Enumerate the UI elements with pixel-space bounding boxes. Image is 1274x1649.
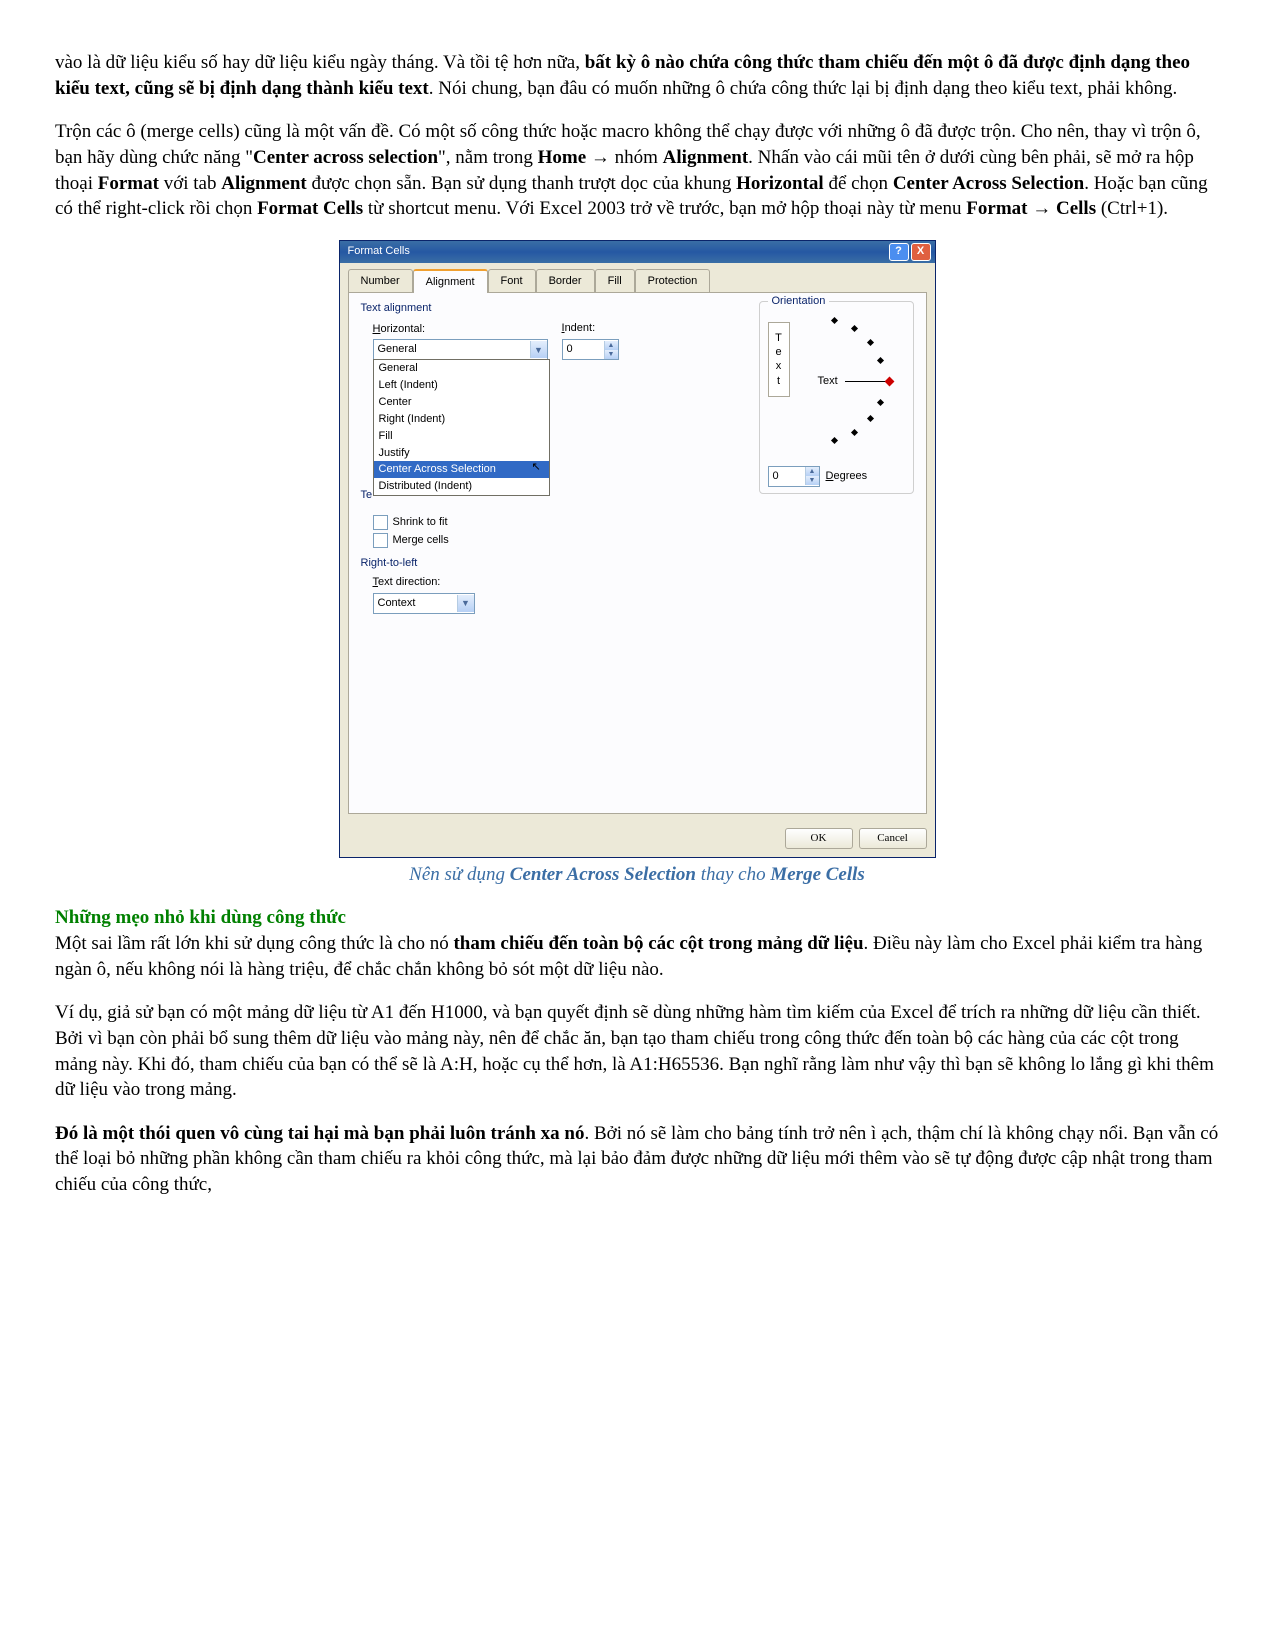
tab-number[interactable]: Number bbox=[348, 269, 413, 293]
degrees-label: Degrees bbox=[826, 469, 868, 484]
horizontal-dropdown: General Left (Indent) Center Right (Inde… bbox=[373, 359, 550, 496]
spin-down-icon[interactable]: ▼ bbox=[805, 476, 819, 485]
paragraph-1: vào là dữ liệu kiểu số hay dữ liệu kiểu … bbox=[55, 50, 1219, 101]
paragraph-2: Trộn các ô (merge cells) cũng là một vấn… bbox=[55, 119, 1219, 222]
section-title: Những mẹo nhỏ khi dùng công thức bbox=[55, 907, 346, 928]
figure-caption: Nên sử dụng Center Across Selection thay… bbox=[55, 862, 1219, 888]
cancel-button[interactable]: Cancel bbox=[859, 828, 927, 849]
paragraph-5: Đó là một thói quen vô cùng tai hại mà b… bbox=[55, 1121, 1219, 1198]
text-direction-combo[interactable]: Context ▼ bbox=[373, 593, 475, 614]
degrees-spinner[interactable]: 0 ▲▼ bbox=[768, 466, 820, 487]
orientation-label: Orientation bbox=[768, 294, 830, 309]
indent-spinner[interactable]: 0 ▲▼ bbox=[562, 339, 619, 360]
help-button[interactable]: ? bbox=[889, 243, 909, 261]
text-direction-label: Text direction: bbox=[373, 575, 666, 590]
dialog-title: Format Cells bbox=[348, 244, 410, 259]
opt-right[interactable]: Right (Indent) bbox=[374, 411, 549, 428]
chevron-down-icon[interactable]: ▼ bbox=[530, 341, 547, 358]
close-button[interactable]: X bbox=[911, 243, 931, 261]
opt-justify[interactable]: Justify bbox=[374, 445, 549, 462]
merge-checkbox[interactable]: Merge cells bbox=[373, 533, 666, 548]
chevron-down-icon[interactable]: ▼ bbox=[457, 595, 474, 612]
tab-panel: Text alignment Horizontal: General ▼ Gen… bbox=[348, 292, 927, 814]
ok-button[interactable]: OK bbox=[785, 828, 853, 849]
opt-fill[interactable]: Fill bbox=[374, 428, 549, 445]
opt-general[interactable]: General bbox=[374, 360, 549, 377]
opt-center-across[interactable]: Center Across Selection bbox=[374, 461, 549, 478]
opt-left[interactable]: Left (Indent) bbox=[374, 377, 549, 394]
horizontal-combo[interactable]: General ▼ bbox=[373, 339, 548, 360]
spin-up-icon[interactable]: ▲ bbox=[604, 341, 618, 350]
indent-label: Indent: bbox=[562, 321, 619, 336]
spin-down-icon[interactable]: ▼ bbox=[604, 350, 618, 359]
tab-alignment[interactable]: Alignment bbox=[413, 269, 488, 293]
vertical-text-button[interactable]: T e x t bbox=[768, 322, 790, 397]
paragraph-4: Ví dụ, giả sử bạn có một mảng dữ liệu từ… bbox=[55, 1000, 1219, 1103]
rtl-label: Right-to-left bbox=[361, 556, 666, 571]
orientation-group: Orientation T e x t Text bbox=[759, 301, 914, 494]
orientation-arc[interactable]: Text bbox=[790, 316, 905, 446]
tab-font[interactable]: Font bbox=[488, 269, 536, 293]
tab-border[interactable]: Border bbox=[536, 269, 595, 293]
opt-center[interactable]: Center bbox=[374, 394, 549, 411]
spin-up-icon[interactable]: ▲ bbox=[805, 467, 819, 476]
paragraph-3: Một sai lầm rất lớn khi sử dụng công thứ… bbox=[55, 931, 1219, 982]
shrink-checkbox[interactable]: Shrink to fit bbox=[373, 515, 666, 530]
text-alignment-label: Text alignment bbox=[361, 301, 666, 316]
titlebar: Format Cells ? X bbox=[340, 241, 935, 263]
tab-fill[interactable]: Fill bbox=[595, 269, 635, 293]
horizontal-label: Horizontal: bbox=[373, 322, 666, 337]
tab-protection[interactable]: Protection bbox=[635, 269, 711, 293]
format-cells-dialog: Format Cells ? X Number Alignment Font B… bbox=[339, 240, 936, 858]
opt-distributed[interactable]: Distributed (Indent) bbox=[374, 478, 549, 495]
tabstrip: Number Alignment Font Border Fill Protec… bbox=[340, 263, 935, 292]
